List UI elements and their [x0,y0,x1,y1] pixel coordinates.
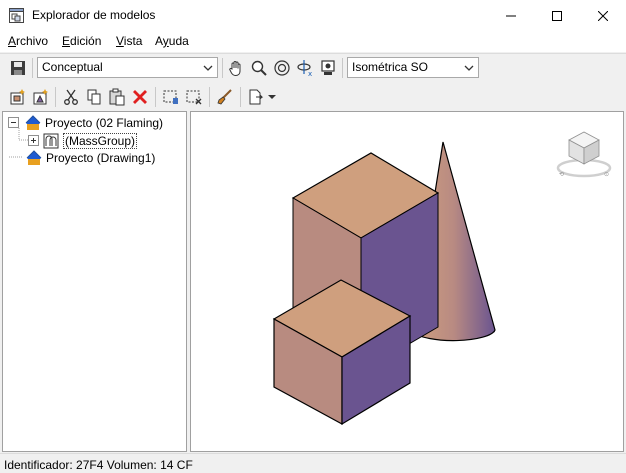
menu-vista[interactable]: Vista [116,34,142,48]
model-tree[interactable]: Proyecto (02 Flaming) (MassGroup) Proyec… [2,111,187,452]
toolbar-separator [55,87,56,107]
edit-toolbar [0,83,626,111]
close-icon [598,10,608,21]
paste-icon [109,88,125,106]
delete-button[interactable] [130,87,150,107]
app-icon [9,8,24,23]
toolbar-separator [240,87,241,107]
zoom-icon [251,60,267,76]
save-button[interactable] [8,58,28,78]
deselect-button[interactable] [184,87,204,107]
camera-icon [321,60,335,75]
collapse-icon[interactable] [8,117,19,128]
copy-button[interactable] [84,87,104,107]
new-group-button[interactable] [31,87,51,107]
close-button[interactable] [580,0,626,31]
mass-group-icon [43,133,59,148]
new-group-icon [33,89,48,105]
tree-node-massgroup[interactable]: (MassGroup) [28,132,138,149]
status-text: Identificador: 27F4 Volumen: 14 CF [4,458,193,472]
new-project-icon [10,89,25,105]
project-icon [26,149,42,165]
minimize-button[interactable] [488,0,534,31]
copy-icon [87,89,101,105]
cut-icon [64,89,78,105]
export-button[interactable] [246,87,266,107]
brush-icon [217,89,232,105]
viewport-canvas[interactable]: ⟲ ⊙ [191,112,623,451]
status-bar: Identificador: 27F4 Volumen: 14 CF [0,453,626,473]
visual-style-select[interactable]: Conceptual [37,57,218,78]
menu-bar: Archivo Edición Vista Ayuda [0,31,626,52]
menu-ayuda[interactable]: Ayuda [155,34,189,48]
tree-node-proyecto-02-flaming[interactable]: Proyecto (02 Flaming) [8,114,163,131]
minimize-icon [506,15,516,16]
menu-edicion[interactable]: Edición [62,34,101,48]
menu-archivo[interactable]: Archivo [8,34,48,48]
view-direction-select[interactable]: Isométrica SO [347,57,479,78]
zoom-button[interactable] [249,58,269,78]
maximize-button[interactable] [534,0,580,31]
pan-button[interactable] [226,58,246,78]
select-icon [163,90,178,104]
cut-button[interactable] [61,87,81,107]
project-icon [25,114,41,130]
new-project-button[interactable] [8,87,28,107]
export-icon [249,89,264,105]
export-dropdown-button[interactable] [266,87,278,107]
window-title: Explorador de modelos [32,8,156,22]
toolbar-separator [342,58,343,78]
svg-text:⟲: ⟲ [559,171,564,178]
paste-button[interactable] [107,87,127,107]
select-button[interactable] [161,87,181,107]
title-bar: Explorador de modelos [0,0,626,31]
orbit-x-button[interactable]: x [295,58,315,78]
delete-icon [133,90,147,104]
orbit-x-icon: x [297,60,312,77]
maximize-icon [552,10,562,21]
toolbar-separator [209,87,210,107]
toolbar-separator [222,58,223,78]
view-toolbar: Conceptual x Isométrica SO [0,53,626,82]
viewcube-icon[interactable]: ⟲ ⊙ [556,131,612,178]
tree-node-proyecto-drawing1[interactable]: Proyecto (Drawing1) [26,149,155,166]
chevron-down-icon [203,65,213,71]
expand-icon[interactable] [28,135,39,146]
match-properties-button[interactable] [215,87,235,107]
toolbar-separator [32,58,33,78]
deselect-icon [186,90,202,105]
model-viewport[interactable]: ⟲ ⊙ [190,111,624,452]
orbit-button[interactable] [272,58,292,78]
dropdown-arrow-icon [268,95,276,99]
toolbar-separator [155,87,156,107]
orbit-icon [274,60,290,76]
save-icon [11,61,25,75]
camera-button[interactable] [318,58,338,78]
pan-icon [229,61,241,77]
svg-text:x: x [308,70,312,77]
chevron-down-icon [464,65,474,71]
svg-text:⊙: ⊙ [604,171,609,178]
